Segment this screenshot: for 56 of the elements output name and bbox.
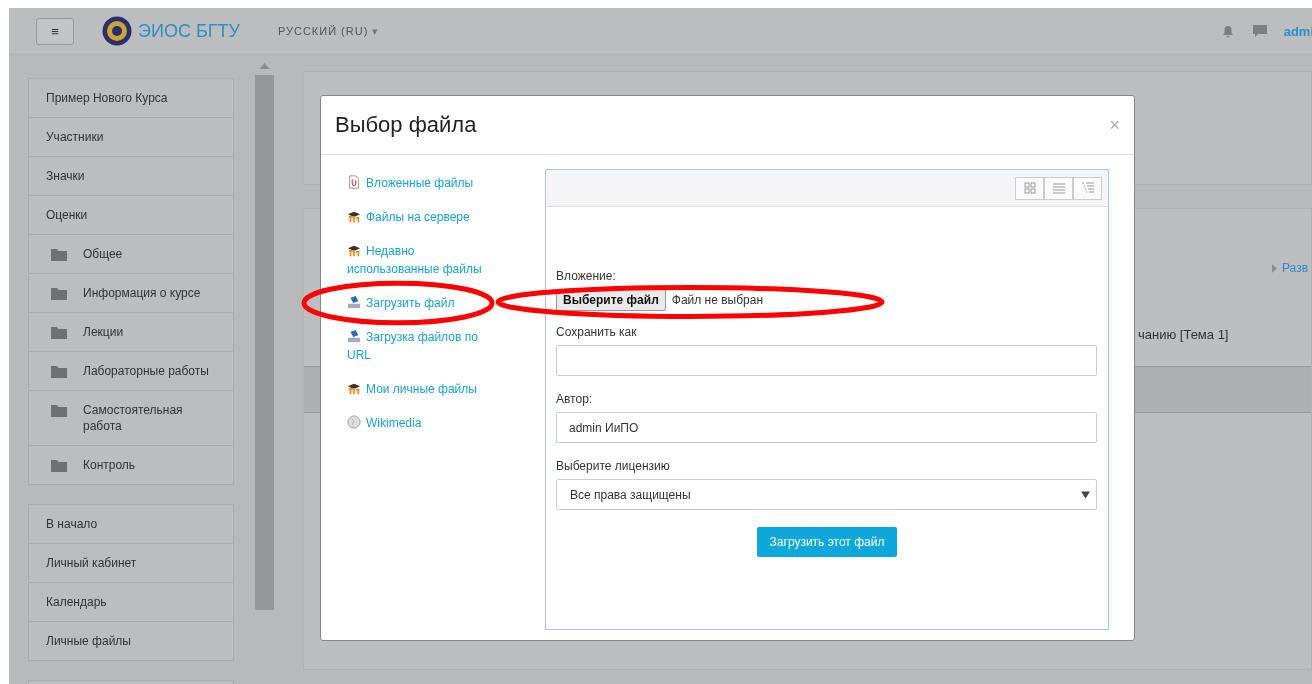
dialog-title: Выбор файла [335,112,478,138]
field-label: Вложение: [556,269,616,283]
license-select[interactable]: Все права защищены [556,479,1097,510]
author-field[interactable]: admin ИиПО [556,412,1097,443]
sidebar-item[interactable]: Лабораторные работы [28,352,234,391]
sidebar-item[interactable]: Личные файлы [28,622,234,661]
graduation-cap-icon [347,209,361,223]
sidebar-item[interactable]: Оценки [28,196,234,235]
dropdown-icon [1081,490,1090,499]
save-as-field[interactable] [556,345,1097,376]
sidebar-item[interactable]: Информация о курсе [28,274,234,313]
sidebar-label: Информация о курсе [83,285,202,301]
folder-icon [51,404,67,417]
list-icon [1052,182,1065,194]
logo-icon [102,16,132,46]
graduation-cap-icon [347,381,361,395]
sidebar-label: Общее [83,246,124,262]
sidebar-label: Лабораторные работы [83,363,210,379]
language-menu[interactable]: РУССКИЙ (RU) ▾ [277,24,380,38]
caret-icon [1272,263,1277,273]
sidebar-item[interactable]: Лекции [28,313,234,352]
folder-icon [51,365,67,378]
field-label: Автор: [556,392,593,406]
view-button[interactable] [1044,176,1073,200]
sidebar-item[interactable]: Контроль [28,446,234,485]
sidebar-label: Лекции [83,324,125,340]
field-label: Выберите лицензию [556,459,670,473]
menu-button[interactable]: ≡ [36,17,74,45]
sidebar-item[interactable]: Календарь [28,583,234,622]
scroll-up-icon[interactable] [259,63,270,69]
activity-text: чанию [Тема 1] [1138,327,1229,342]
chat-icon[interactable] [1251,23,1268,39]
sidebar-item[interactable]: Личный кабинет [28,544,234,583]
view-button[interactable] [1073,176,1102,200]
field-label: Сохранить как [556,325,637,339]
file-status: Файл не выбран [671,293,764,307]
upload-icon [347,295,361,309]
sidebar-item[interactable]: Пример Нового Курса [28,78,234,118]
folder-icon [51,459,67,472]
grid-icon [1023,182,1036,194]
document-icon [347,175,361,189]
sidebar-item[interactable]: Общее [28,235,234,274]
sidebar-label: Контроль [83,457,137,473]
sidebar-item[interactable]: Самостоятельная работа [28,391,234,446]
tree-icon [1081,182,1094,194]
graduation-cap-icon [347,243,361,257]
folder-icon [51,248,67,261]
sidebar-item[interactable]: Значки [28,157,234,196]
sidebar-label: Самостоятельная работа [83,402,184,434]
sidebar-item[interactable]: Участники [28,118,234,157]
upload-icon [347,329,361,343]
folder-icon [51,287,67,300]
globe-icon [347,415,361,429]
folder-icon [51,326,67,339]
view-button[interactable] [1015,176,1044,200]
sidebar-item[interactable]: В начало [28,504,234,544]
